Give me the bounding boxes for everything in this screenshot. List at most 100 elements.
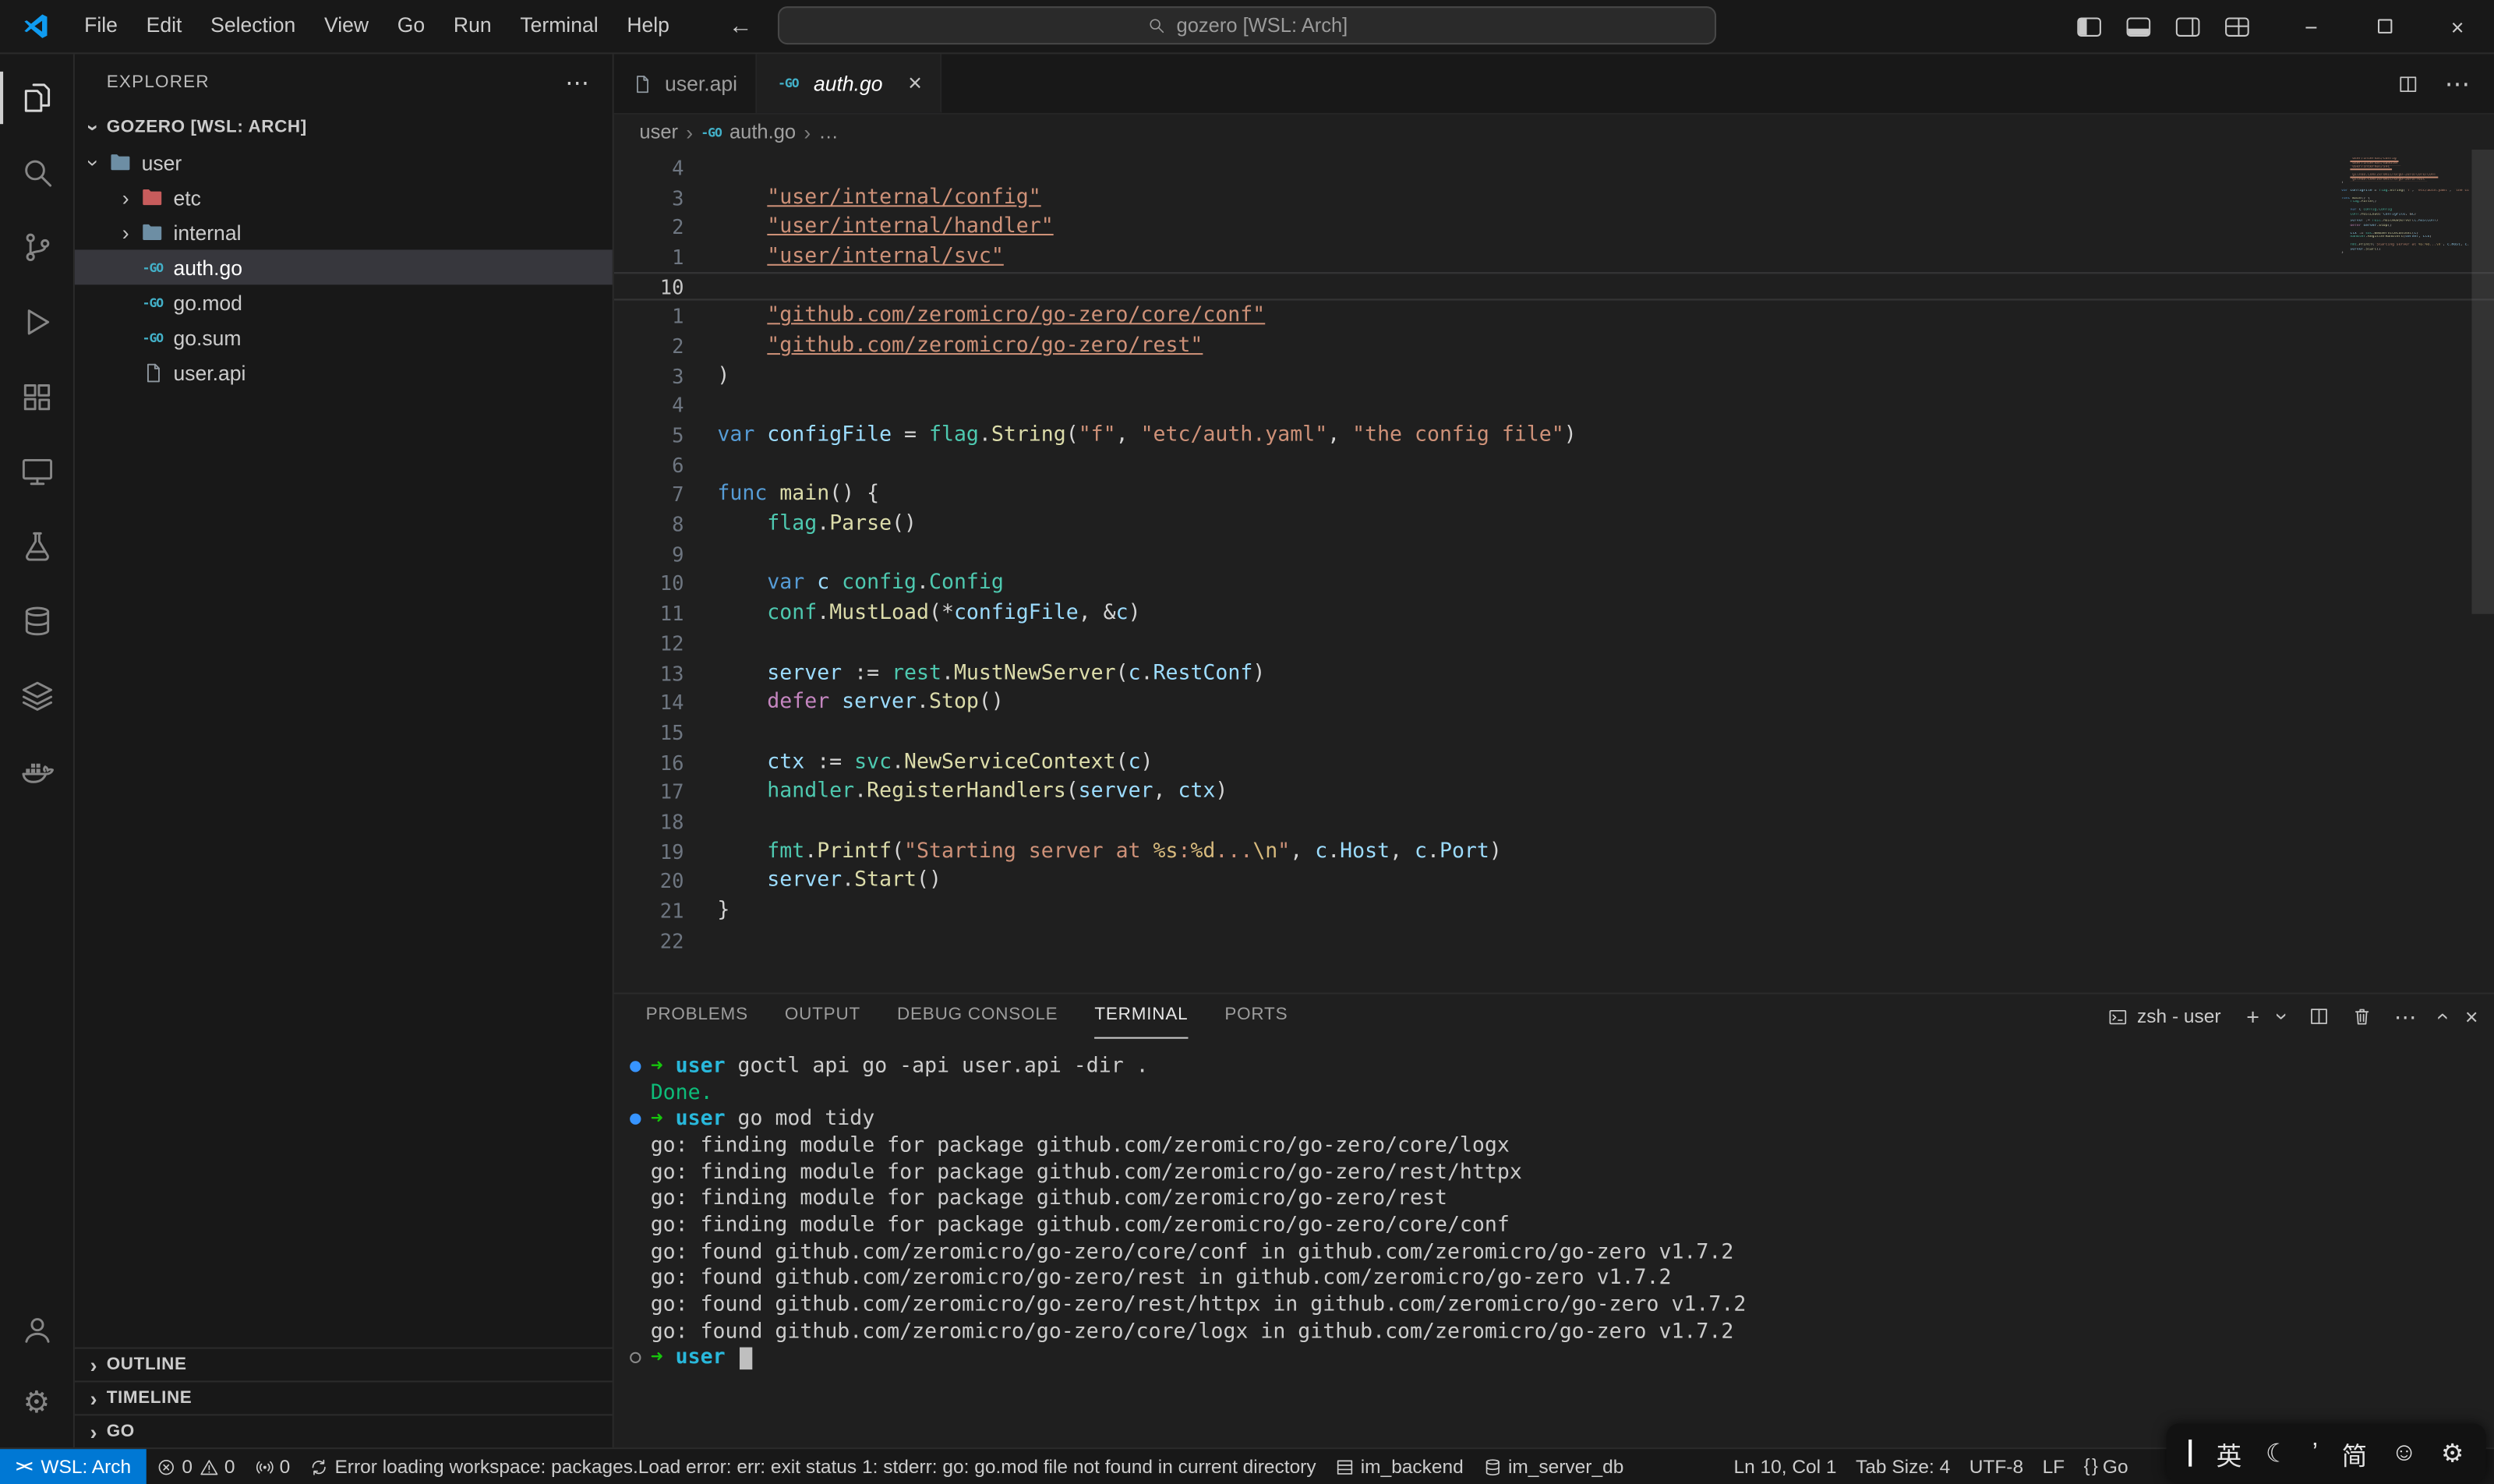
- tab-user-api[interactable]: user.api: [614, 54, 757, 113]
- code-line[interactable]: 12: [614, 628, 2494, 658]
- menu-run[interactable]: Run: [440, 0, 506, 52]
- code-line[interactable]: 4: [614, 390, 2494, 420]
- toggle-secondary-sidebar-icon[interactable]: [2176, 16, 2200, 35]
- code-line[interactable]: 1 "user/internal/svc": [614, 242, 2494, 271]
- explorer-more-actions-icon[interactable]: ⋯: [565, 68, 590, 97]
- code-line[interactable]: 4: [614, 153, 2494, 182]
- minimap[interactable]: "user/internal/config" "user/internal/ha…: [2341, 154, 2468, 259]
- terminal-instance-item[interactable]: zsh - user: [2107, 1005, 2220, 1028]
- code-line[interactable]: 20 server.Start(): [614, 866, 2494, 896]
- menu-edit[interactable]: Edit: [132, 0, 196, 52]
- menu-view[interactable]: View: [310, 0, 383, 52]
- ime-emoji-picker-icon[interactable]: ☺: [2391, 1439, 2417, 1468]
- activity-item-extensions[interactable]: [0, 359, 73, 434]
- maximize-panel-icon[interactable]: ›: [2429, 1012, 2452, 1020]
- tree-item-user[interactable]: ›user: [75, 145, 613, 180]
- breadcrumb[interactable]: user›-GOauth.go›…: [614, 115, 2494, 150]
- panel-tab-output[interactable]: OUTPUT: [785, 995, 860, 1039]
- tree-item-go-sum[interactable]: -GOgo.sum: [75, 320, 613, 355]
- close-panel-icon[interactable]: ×: [2465, 1005, 2478, 1028]
- status-db-connection-im-server-db[interactable]: im_server_db: [1473, 1449, 1634, 1484]
- status-encoding[interactable]: UTF-8: [1959, 1449, 2033, 1484]
- code-line[interactable]: 14 defer server.Stop(): [614, 687, 2494, 717]
- code-line[interactable]: 2 "github.com/zeromicro/go-zero/rest": [614, 331, 2494, 361]
- activity-item-database[interactable]: [0, 584, 73, 659]
- tree-item-etc[interactable]: ›etc: [75, 180, 613, 215]
- code-line[interactable]: 16 ctx := svc.NewServiceContext(c): [614, 747, 2494, 777]
- split-terminal-icon[interactable]: [2309, 1005, 2331, 1028]
- menu-help[interactable]: Help: [613, 0, 684, 52]
- code-line[interactable]: 5var configFile = flag.String("f", "etc/…: [614, 420, 2494, 450]
- menu-file[interactable]: File: [70, 0, 132, 52]
- status-cursor-position[interactable]: Ln 10, Col 1: [1724, 1449, 1846, 1484]
- code-line[interactable]: 10: [614, 271, 2494, 301]
- code-line[interactable]: 2 "user/internal/handler": [614, 212, 2494, 242]
- kill-terminal-icon[interactable]: [2351, 1005, 2374, 1028]
- ime-simplified-chinese-icon[interactable]: 简: [2342, 1434, 2368, 1472]
- maximize-button[interactable]: [2347, 0, 2421, 52]
- code-line[interactable]: 17 handler.RegisterHandlers(server, ctx): [614, 777, 2494, 807]
- editor-more-actions-icon[interactable]: ⋯: [2445, 68, 2471, 100]
- tree-item-auth-go[interactable]: -GOauth.go: [75, 249, 613, 284]
- customize-layout-icon[interactable]: [2225, 16, 2249, 35]
- toggle-panel-icon[interactable]: [2127, 16, 2151, 35]
- minimize-button[interactable]: −: [2274, 0, 2347, 52]
- breadcrumb-item[interactable]: auth.go: [729, 121, 796, 143]
- code-line[interactable]: 22: [614, 925, 2494, 955]
- status-ports-status[interactable]: 0: [245, 1449, 300, 1484]
- code-line[interactable]: 21}: [614, 896, 2494, 925]
- status-workspace-error[interactable]: Error loading workspace: packages.Load e…: [300, 1449, 1326, 1484]
- status-db-connection-im-backend[interactable]: im_backend: [1326, 1449, 1473, 1484]
- close-window-button[interactable]: ×: [2421, 0, 2494, 52]
- menu-terminal[interactable]: Terminal: [506, 0, 613, 52]
- ime-punctuation-icon[interactable]: ’: [2312, 1439, 2318, 1468]
- code-line[interactable]: 15: [614, 718, 2494, 747]
- code-line[interactable]: 8 flag.Parse(): [614, 510, 2494, 539]
- status-language-mode[interactable]: { }Go: [2074, 1449, 2137, 1484]
- status-indentation[interactable]: Tab Size: 4: [1846, 1449, 1960, 1484]
- code-line[interactable]: 10 var c config.Config: [614, 569, 2494, 599]
- terminal-output[interactable]: ➜ user goctl api go -api user.api -dir .…: [614, 1039, 2494, 1447]
- activity-item-remote-explorer[interactable]: [0, 434, 73, 509]
- panel-tab-debug-console[interactable]: DEBUG CONSOLE: [897, 995, 1058, 1039]
- new-terminal-button[interactable]: +: [2246, 1005, 2259, 1028]
- status-eol[interactable]: LF: [2033, 1449, 2074, 1484]
- code-line[interactable]: 11 conf.MustLoad(*configFile, &c): [614, 599, 2494, 628]
- workspace-root[interactable]: › GOZERO [WSL: ARCH]: [75, 110, 613, 145]
- close-icon[interactable]: ×: [908, 69, 922, 97]
- code-line[interactable]: 18: [614, 807, 2494, 836]
- ime-night-mode-icon[interactable]: ☾: [2266, 1437, 2288, 1469]
- menu-go[interactable]: Go: [383, 0, 439, 52]
- panel-more-actions-icon[interactable]: ⋯: [2394, 1005, 2417, 1028]
- code-line[interactable]: 9: [614, 539, 2494, 569]
- tree-item-go-mod[interactable]: -GOgo.mod: [75, 284, 613, 320]
- code-line[interactable]: 7func main() {: [614, 479, 2494, 509]
- panel-tab-terminal[interactable]: TERMINAL: [1094, 995, 1188, 1039]
- activity-item-manage[interactable]: ⚙: [0, 1366, 73, 1441]
- code-line[interactable]: 3): [614, 361, 2494, 390]
- activity-item-accounts[interactable]: [0, 1291, 73, 1366]
- activity-item-docker[interactable]: [0, 733, 73, 808]
- code-line[interactable]: 19 fmt.Printf("Starting server at %s:%d.…: [614, 836, 2494, 866]
- status-problems[interactable]: 00: [147, 1449, 245, 1484]
- code-editor[interactable]: 43 "user/internal/config"2 "user/interna…: [614, 150, 2494, 993]
- remote-indicator[interactable]: >< WSL: Arch: [0, 1449, 147, 1484]
- activity-item-layers[interactable]: [0, 659, 73, 733]
- code-line[interactable]: 1 "github.com/zeromicro/go-zero/core/con…: [614, 302, 2494, 331]
- sidebar-section-timeline[interactable]: ›TIMELINE: [75, 1380, 613, 1414]
- editor-scrollbar[interactable]: [2471, 150, 2494, 614]
- activity-item-search[interactable]: [0, 135, 73, 210]
- tree-item-user-api[interactable]: user.api: [75, 355, 613, 390]
- code-line[interactable]: 6: [614, 450, 2494, 479]
- ime-settings-icon[interactable]: ⚙: [2441, 1437, 2464, 1469]
- ime-language-english-icon[interactable]: 英: [2217, 1434, 2242, 1472]
- panel-tab-problems[interactable]: PROBLEMS: [646, 995, 748, 1039]
- tree-item-internal[interactable]: ›internal: [75, 215, 613, 250]
- sidebar-section-outline[interactable]: ›OUTLINE: [75, 1348, 613, 1381]
- panel-tab-ports[interactable]: PORTS: [1224, 995, 1288, 1039]
- breadcrumb-item[interactable]: user: [639, 121, 678, 143]
- code-line[interactable]: 3 "user/internal/config": [614, 182, 2494, 212]
- activity-item-run-and-debug[interactable]: [0, 284, 73, 359]
- toggle-primary-sidebar-icon[interactable]: [2077, 16, 2101, 35]
- code-line[interactable]: 13 server := rest.MustNewServer(c.RestCo…: [614, 658, 2494, 687]
